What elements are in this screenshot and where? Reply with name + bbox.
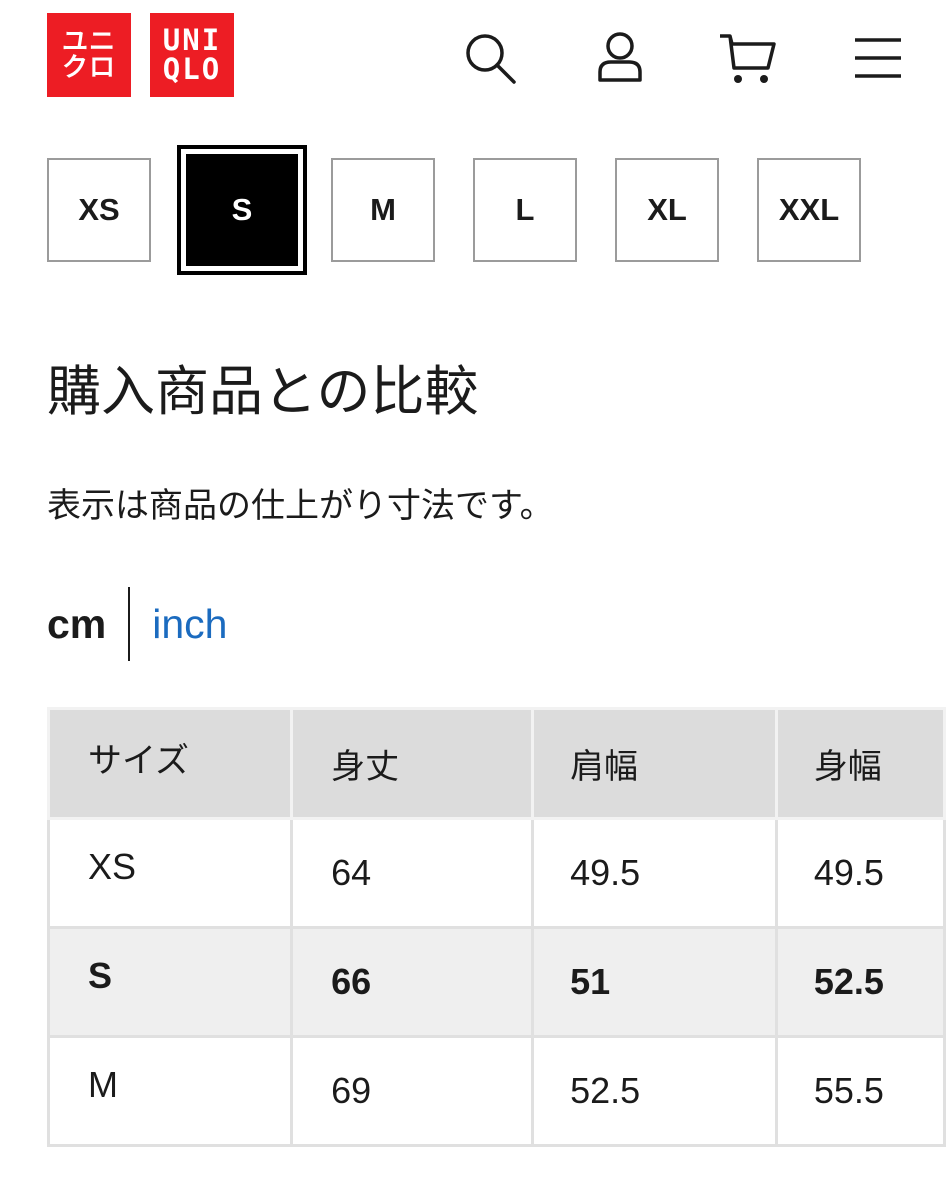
- size-chip-label: XXL: [778, 192, 840, 227]
- cell-width: 49.5: [774, 817, 946, 929]
- cell-value: XS: [88, 846, 137, 887]
- logo-jp-line1: ユニ: [61, 27, 116, 57]
- cell-shoulder: 52.5: [531, 1035, 778, 1147]
- unit-toggle: cm inch: [47, 586, 227, 662]
- header-label: 身幅: [813, 747, 882, 787]
- cell-shoulder: 49.5: [531, 817, 778, 929]
- cell-size: XS: [46, 817, 294, 929]
- unit-cm-option[interactable]: cm: [47, 601, 106, 648]
- cell-width: 52.5: [774, 926, 946, 1038]
- table-header-row: サイズ 身丈 肩幅 身幅: [46, 707, 946, 820]
- size-chip-label: L: [515, 192, 535, 227]
- column-header-length: 身丈: [290, 707, 535, 820]
- cell-value: S: [88, 955, 113, 996]
- cell-width: 55.5: [774, 1035, 946, 1147]
- size-chip-xxl[interactable]: XXL: [757, 158, 861, 262]
- cell-length: 64: [290, 817, 535, 929]
- size-chip-l[interactable]: L: [473, 158, 577, 262]
- table-row-highlighted: S 66 51 52.5: [46, 926, 946, 1038]
- account-icon[interactable]: [590, 28, 650, 88]
- search-icon[interactable]: [460, 28, 520, 88]
- logo-en-line1: UNI: [162, 23, 222, 57]
- size-chip-label: XS: [78, 192, 120, 227]
- header-label: 身丈: [331, 747, 400, 787]
- size-chip-xl[interactable]: XL: [615, 158, 719, 262]
- column-header-size: サイズ: [46, 707, 294, 820]
- header-label: サイズ: [88, 741, 189, 781]
- cell-length: 69: [290, 1035, 535, 1147]
- size-chip-m[interactable]: M: [331, 158, 435, 262]
- cell-size: M: [46, 1035, 294, 1147]
- uniqlo-latin-logo[interactable]: UNI QLO: [150, 13, 234, 97]
- column-header-shoulder: 肩幅: [531, 707, 778, 820]
- unit-divider: [128, 587, 131, 661]
- column-header-width: 身幅: [774, 707, 946, 820]
- logo-jp-line2: クロ: [61, 53, 116, 83]
- table-row: M 69 52.5 55.5: [46, 1035, 946, 1147]
- comparison-title: 購入商品との比較: [47, 360, 479, 423]
- size-comparison-table: サイズ 身丈 肩幅 身幅 XS 64 49.5 49.5 S 66 51 52.…: [46, 707, 946, 1147]
- cell-length: 66: [290, 926, 535, 1038]
- logo-en-line2: QLO: [162, 52, 222, 86]
- size-chip-selected-fill: S: [186, 154, 298, 266]
- size-chip-label: XL: [647, 192, 687, 227]
- size-chip-label: S: [231, 192, 253, 227]
- unit-inch-link[interactable]: inch: [152, 601, 227, 648]
- cart-icon[interactable]: [718, 28, 778, 88]
- size-selector: XS S M L XL XXL: [0, 145, 946, 277]
- comparison-note: 表示は商品の仕上がり寸法です。: [47, 486, 554, 526]
- uniqlo-katakana-logo[interactable]: ユニ クロ: [47, 13, 131, 97]
- menu-icon[interactable]: [848, 28, 908, 88]
- site-header: ユニ クロ UNI QLO: [0, 0, 946, 120]
- cell-value: M: [88, 1064, 118, 1105]
- cell-shoulder: 51: [531, 926, 778, 1038]
- header-label: 肩幅: [570, 747, 639, 787]
- size-chip-label: M: [370, 192, 396, 227]
- size-chip-xs[interactable]: XS: [47, 158, 151, 262]
- size-chip-s[interactable]: S: [177, 145, 307, 275]
- cell-size: S: [46, 926, 294, 1038]
- table-row: XS 64 49.5 49.5: [46, 817, 946, 929]
